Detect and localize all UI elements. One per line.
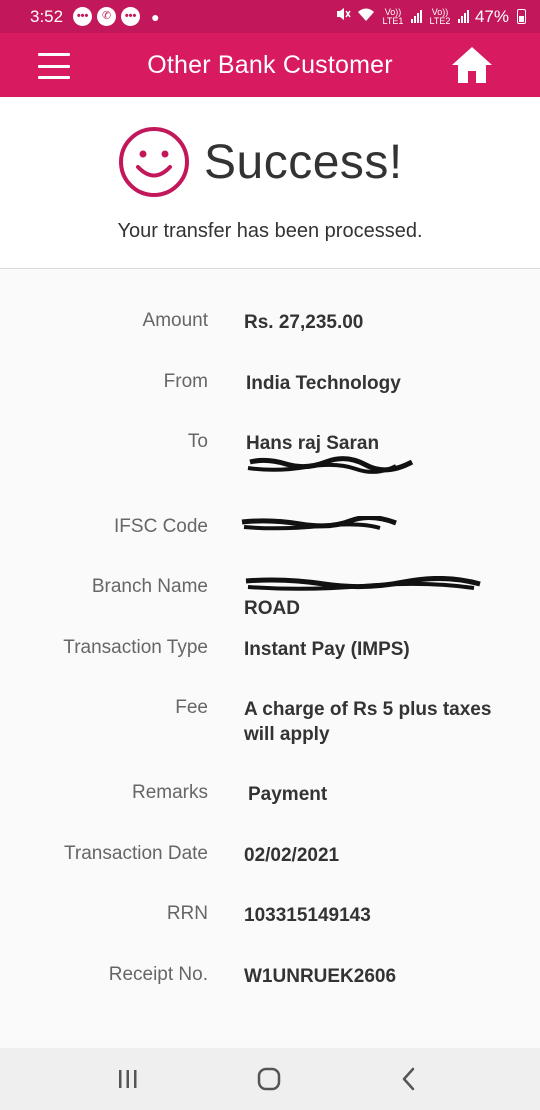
battery-percent: 47% [474,6,509,26]
hamburger-icon [38,53,70,56]
sim1-label: Vo)) LTE1 [382,6,404,26]
transaction-date-value: 02/02/2021 [244,845,340,866]
home-button[interactable] [450,45,494,85]
remarks-value: Payment [248,784,328,805]
rrn-value: 103315149143 [244,905,371,926]
transaction-type-value: Instant Pay (IMPS) [244,639,410,660]
branch-label: Branch Name [91,576,208,597]
system-nav-bar [0,1048,540,1110]
battery-icon [517,9,526,24]
receipt-value: W1UNRUEK2606 [244,966,397,987]
beneficiary-name: Hans raj Saran [246,433,380,454]
page-title: Other Bank Customer [147,50,393,79]
home-nav-button[interactable] [254,1064,284,1094]
status-bar: 3:52 ••• ✆ ••• ● Vo)) LTE1 Vo)) LTE2 47% [0,0,540,33]
to-value: Hans raj Saran [246,431,516,476]
to-label: To [187,431,208,452]
status-time: 3:52 [30,6,64,26]
recent-apps-icon [119,1070,137,1088]
whatsapp-icon: ✆ [97,7,117,26]
from-value: India Technology [246,373,401,394]
success-header: Success! Your transfer has been processe… [0,97,540,269]
menu-button[interactable] [38,53,70,79]
branch-value: ROAD [244,576,514,621]
ifsc-value [240,516,510,536]
recent-apps-button[interactable] [113,1064,143,1094]
smiley-icon [119,127,189,197]
success-title: Success! [204,136,403,189]
back-button[interactable] [394,1064,424,1094]
chat-icon: ••• [121,7,141,26]
sim2-signal-icon [457,10,469,23]
status-indicators: Vo)) LTE1 Vo)) LTE2 47% [335,6,526,27]
fee-value: A charge of Rs 5 plus taxes will apply [244,699,492,745]
chat-icon: ••• [73,7,93,26]
amount-value: Rs. 27,235.00 [244,312,364,333]
more-notifications-dot: ● [151,8,160,25]
branch-name-tail: ROAD [244,598,300,619]
transaction-date-label: Transaction Date [64,843,208,864]
home-icon [452,47,492,83]
receipt-label: Receipt No. [108,964,208,985]
amount-label: Amount [142,310,208,331]
rrn-label: RRN [166,903,208,924]
transaction-type-label: Transaction Type [63,637,208,658]
fee-label: Fee [175,697,208,718]
mute-icon [335,6,351,27]
ifsc-label: IFSC Code [114,516,208,537]
back-icon [402,1067,415,1091]
success-message: Your transfer has been processed. [117,220,423,242]
home-circle-icon [257,1067,281,1091]
from-label: From [163,371,208,392]
remarks-label: Remarks [131,782,208,803]
sim2-label: Vo)) LTE2 [429,6,451,26]
app-bar: Other Bank Customer [0,33,540,97]
sim1-signal-icon [410,10,422,23]
redacted-account-number [246,456,416,476]
redacted-branch-name [244,576,484,596]
wifi-icon [357,7,375,27]
transaction-details: Amount Rs. 27,235.00 From India Technolo… [0,270,540,1048]
redacted-ifsc [240,516,400,536]
